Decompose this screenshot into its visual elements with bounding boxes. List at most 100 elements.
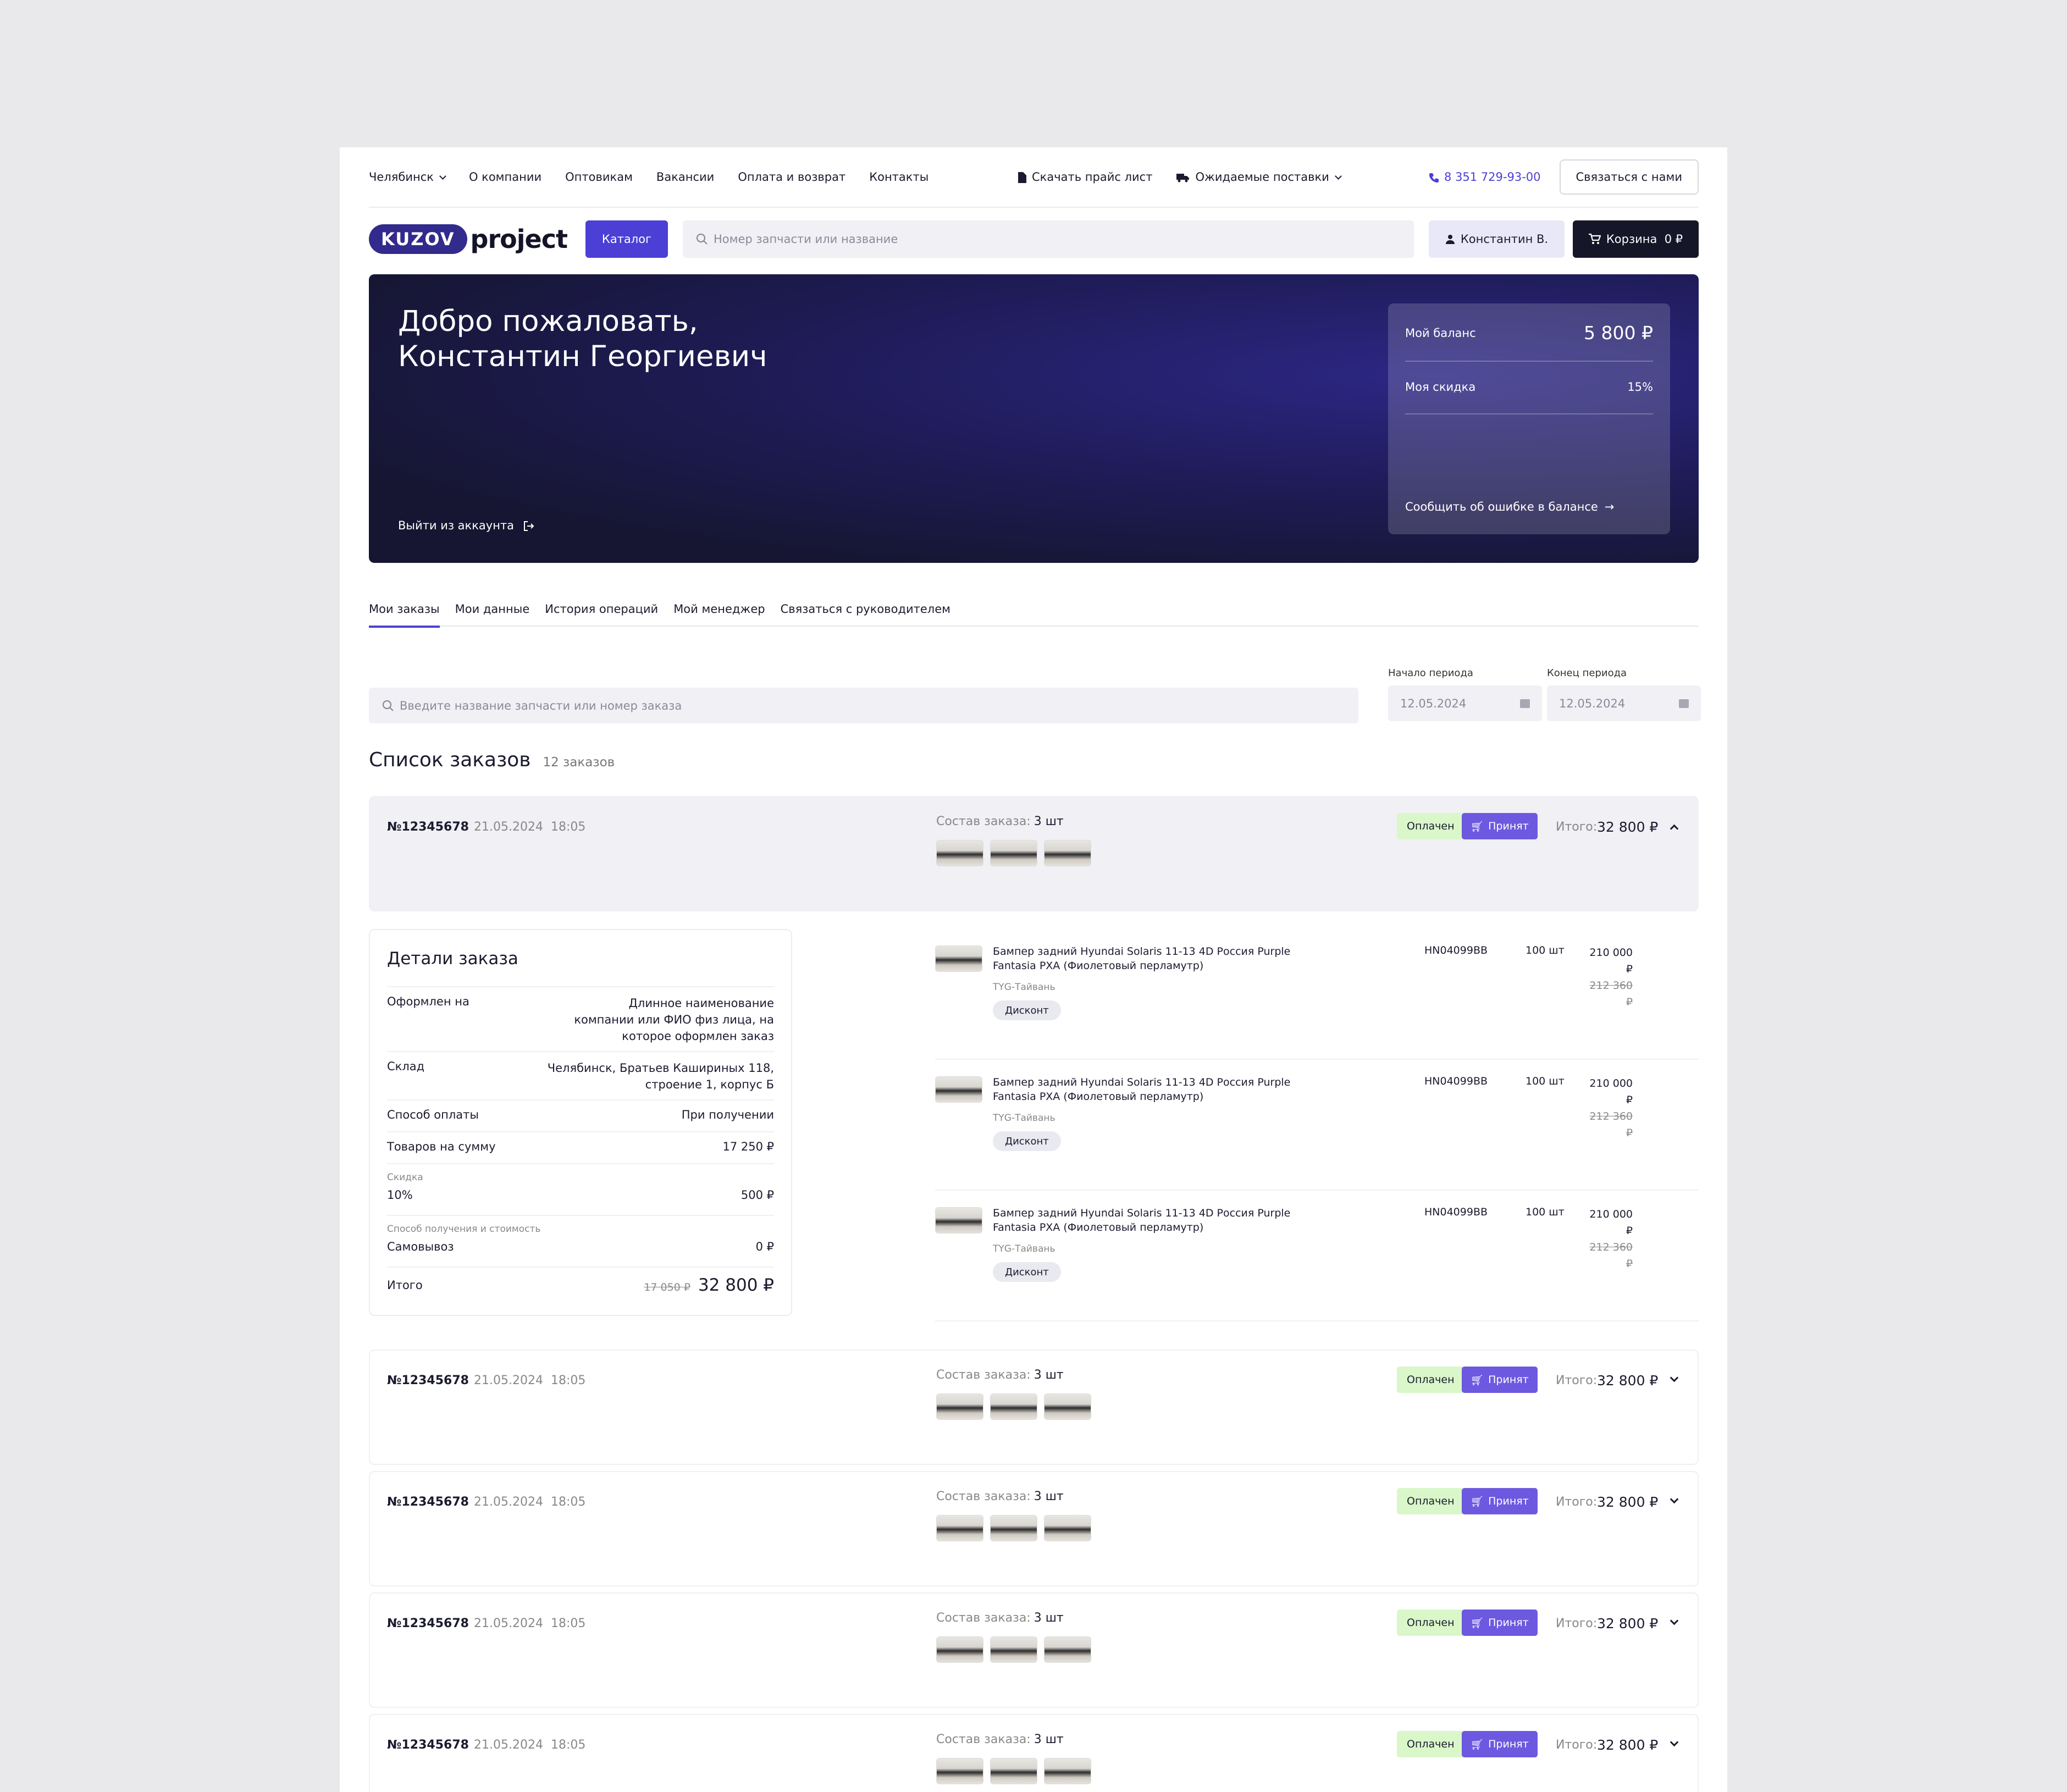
tab-my-orders[interactable]: Мои заказы (369, 602, 440, 628)
item-origin: TYG-Тайвань (993, 1113, 1055, 1124)
discount-value: 15% (1627, 380, 1653, 394)
detail-total: Итого 17 050 ₽32 800 ₽ (387, 1275, 774, 1295)
order-row[interactable]: №12345678 21.05.2024 18:05 Состав заказа… (369, 1471, 1699, 1586)
report-balance-link[interactable]: Сообщить об ошибке в балансе → (1405, 500, 1653, 513)
item-name[interactable]: Бампер задний Hyundai Solaris 11-13 4D Р… (993, 944, 1301, 973)
order-row[interactable]: №12345678 21.05.2024 18:05 Состав заказа… (369, 1592, 1699, 1708)
search-input[interactable]: Номер запчасти или название (683, 220, 1414, 258)
city-selector[interactable]: Челябинск (369, 170, 446, 184)
order-composition: Состав заказа: 3 шт (936, 1368, 1064, 1382)
status-badge-accepted: 🛒︎ Принят (1462, 1488, 1538, 1514)
calendar-icon (1520, 699, 1530, 708)
bumper-thumbnail (990, 1636, 1037, 1663)
order-item[interactable]: Бампер задний Hyundai Solaris 11-13 4D Р… (935, 929, 1699, 1060)
item-old-price: 212 360 ₽ (1589, 1110, 1633, 1139)
search-placeholder: Номер запчасти или название (714, 233, 898, 246)
deliveries-dropdown[interactable]: Ожидаемые поставки (1176, 170, 1342, 184)
order-item[interactable]: Бампер задний Hyundai Solaris 11-13 4D Р… (935, 1060, 1699, 1191)
order-thumbnails (936, 1758, 1091, 1784)
order-total-label: Итого: (1556, 1495, 1598, 1509)
order-total-label: Итого: (1556, 1374, 1598, 1387)
phone-icon (1429, 173, 1439, 182)
user-button[interactable]: Константин В. (1429, 220, 1565, 258)
cart-icon: 🛒︎ (1471, 1374, 1484, 1386)
divider (387, 1131, 774, 1132)
bumper-thumbnail (1044, 1636, 1091, 1663)
profile-tabs: Мои заказы Мои данные История операций М… (369, 602, 1699, 628)
order-number: №12345678 (387, 1374, 469, 1387)
logout-link[interactable]: Выйти из аккаунта (398, 519, 540, 532)
nav-link-vacancies[interactable]: Вакансии (656, 170, 714, 184)
order-total: 32 800 ₽ (1597, 1373, 1659, 1389)
cart-icon: 🛒︎ (1471, 1738, 1484, 1751)
item-name[interactable]: Бампер задний Hyundai Solaris 11-13 4D Р… (993, 1075, 1301, 1104)
cart-button[interactable]: Корзина 0 ₽ (1573, 220, 1699, 258)
order-row[interactable]: №12345678 21.05.2024 18:05 Состав заказа… (369, 1349, 1699, 1465)
balance-card: Мой баланс 5 800 ₽ Моя скидка 15% Сообщи… (1388, 303, 1670, 534)
order-thumbnails (936, 1393, 1091, 1420)
nav-link-about[interactable]: О компании (469, 170, 541, 184)
order-thumbnails (936, 1515, 1091, 1541)
item-name[interactable]: Бампер задний Hyundai Solaris 11-13 4D Р… (993, 1206, 1301, 1235)
order-thumbnails (936, 840, 1091, 866)
end-date-input[interactable]: 12.05.2024 (1547, 685, 1701, 721)
chevron-down-icon[interactable] (1670, 1738, 1679, 1747)
item-qty: 100 шт (1526, 1206, 1565, 1218)
divider (1405, 413, 1653, 414)
nav-link-contacts[interactable]: Контакты (869, 170, 929, 184)
item-code: HN04099BB (1424, 944, 1488, 956)
order-total-label: Итого: (1556, 1738, 1598, 1752)
order-total: 32 800 ₽ (1597, 1616, 1659, 1631)
divider (387, 1163, 774, 1164)
order-total: 32 800 ₽ (1597, 1494, 1659, 1510)
orders-title: Список заказов 12 заказов (369, 749, 615, 771)
chevron-down-icon[interactable] (1670, 1616, 1679, 1625)
divider (387, 986, 774, 987)
order-item[interactable]: Бампер задний Hyundai Solaris 11-13 4D Р… (935, 1191, 1699, 1321)
contact-us-button[interactable]: Связаться с нами (1559, 159, 1699, 195)
bumper-thumbnail (936, 1393, 983, 1420)
item-old-price: 212 360 ₽ (1589, 980, 1633, 1008)
cart-icon: 🛒︎ (1471, 1495, 1484, 1508)
bumper-thumbnail (1044, 1515, 1091, 1541)
bumper-thumbnail (990, 840, 1037, 866)
nav-link-payment[interactable]: Оплата и возврат (738, 170, 845, 184)
bumper-thumbnail (1044, 1393, 1091, 1420)
divider (387, 1215, 774, 1216)
tab-contact-head[interactable]: Связаться с руководителем (781, 602, 950, 627)
divider (387, 1099, 774, 1100)
logo-text: project (470, 224, 568, 254)
cart-sum: 0 ₽ (1664, 233, 1683, 246)
order-details: Детали заказа Оформлен на Длинное наимен… (369, 929, 792, 1316)
order-number: №12345678 (387, 820, 469, 834)
order-number: №12345678 (387, 1495, 469, 1509)
order-search-input[interactable]: Введите название запчасти или номер зака… (369, 688, 1358, 723)
item-code: HN04099BB (1424, 1075, 1488, 1087)
logo-mark: KUZOV (369, 224, 467, 254)
discount-tag: Дисконт (993, 1000, 1061, 1020)
chevron-down-icon[interactable] (1670, 1495, 1679, 1504)
bumper-thumbnail (935, 945, 982, 972)
order-row[interactable]: №12345678 21.05.2024 18:05 Состав заказа… (369, 1714, 1699, 1792)
chevron-down-icon[interactable] (1670, 1373, 1679, 1382)
logo[interactable]: KUZOV project (369, 224, 568, 255)
status-badge-accepted: 🛒︎ Принят (1462, 1610, 1538, 1636)
logout-icon (523, 521, 534, 531)
item-price: 210 000 ₽212 360 ₽ (1589, 1208, 1633, 1270)
item-price: 210 000 ₽212 360 ₽ (1589, 947, 1633, 1008)
calendar-icon (1679, 699, 1689, 708)
welcome-banner: Добро пожаловать, Константин Георгиевич В… (369, 274, 1699, 563)
tab-history[interactable]: История операций (545, 602, 658, 627)
item-qty: 100 шт (1526, 944, 1565, 956)
phone-link[interactable]: 8 351 729-93-00 (1429, 170, 1541, 184)
search-icon (382, 700, 394, 711)
price-list-link[interactable]: Скачать прайс лист (1018, 170, 1152, 184)
tab-manager[interactable]: Мой менеджер (673, 602, 765, 627)
tab-my-data[interactable]: Мои данные (455, 602, 530, 627)
order-row[interactable]: №12345678 21.05.2024 18:05 Состав заказа… (369, 796, 1699, 911)
start-date-input[interactable]: 12.05.2024 (1388, 685, 1542, 721)
chevron-up-icon[interactable] (1670, 824, 1679, 833)
catalog-button[interactable]: Каталог (585, 220, 668, 258)
top-bar: Челябинск О компании Оптовикам Вакансии … (369, 147, 1699, 208)
nav-link-wholesale[interactable]: Оптовикам (565, 170, 633, 184)
